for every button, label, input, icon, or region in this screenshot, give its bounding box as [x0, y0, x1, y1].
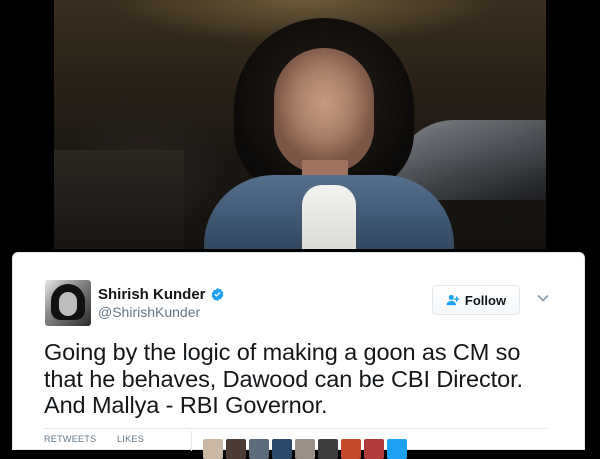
photo-person-tshirt: [302, 185, 356, 252]
tweet-photo: [0, 0, 600, 252]
photo-scene: [54, 0, 546, 252]
chevron-down-icon[interactable]: [537, 293, 549, 303]
liker-avatar[interactable]: [387, 439, 407, 459]
add-user-icon: [446, 294, 460, 306]
follow-button-label: Follow: [464, 292, 507, 308]
stats-separator: [191, 431, 192, 451]
tweet-card: Shirish Kunder @ShirishKunder Follow Goi…: [12, 252, 585, 459]
display-name[interactable]: Shirish Kunder: [98, 286, 225, 303]
liker-avatar[interactable]: [364, 439, 384, 459]
liker-avatar[interactable]: [341, 439, 361, 459]
display-name-text: Shirish Kunder: [98, 286, 206, 303]
tweet-text-line: And Mallya - RBI Governor.: [44, 392, 328, 418]
liker-avatar[interactable]: [249, 439, 269, 459]
avatar-face: [59, 292, 77, 316]
retweets-label[interactable]: RETWEETS: [44, 434, 96, 444]
user-handle[interactable]: @ShirishKunder: [98, 304, 200, 320]
liker-avatar[interactable]: [203, 439, 223, 459]
likes-label[interactable]: LIKES: [117, 434, 144, 444]
liker-avatar[interactable]: [295, 439, 315, 459]
liker-avatar[interactable]: [226, 439, 246, 459]
stats-divider: [44, 428, 547, 429]
avatar[interactable]: [45, 280, 91, 326]
tweet-text: Going by the logic of making a goon as C…: [44, 339, 574, 419]
tweet-text-line: Going by the logic of making a goon as C…: [44, 339, 521, 365]
liker-avatar[interactable]: [272, 439, 292, 459]
liker-avatar[interactable]: [318, 439, 338, 459]
liker-avatars: [203, 439, 407, 459]
photo-background-car-left: [54, 150, 184, 252]
tweet-text-line: that he behaves, Dawood can be CBI Direc…: [44, 365, 523, 392]
photo-person-face: [274, 48, 374, 173]
follow-button[interactable]: Follow: [432, 285, 520, 315]
verified-badge-icon: [211, 287, 223, 302]
